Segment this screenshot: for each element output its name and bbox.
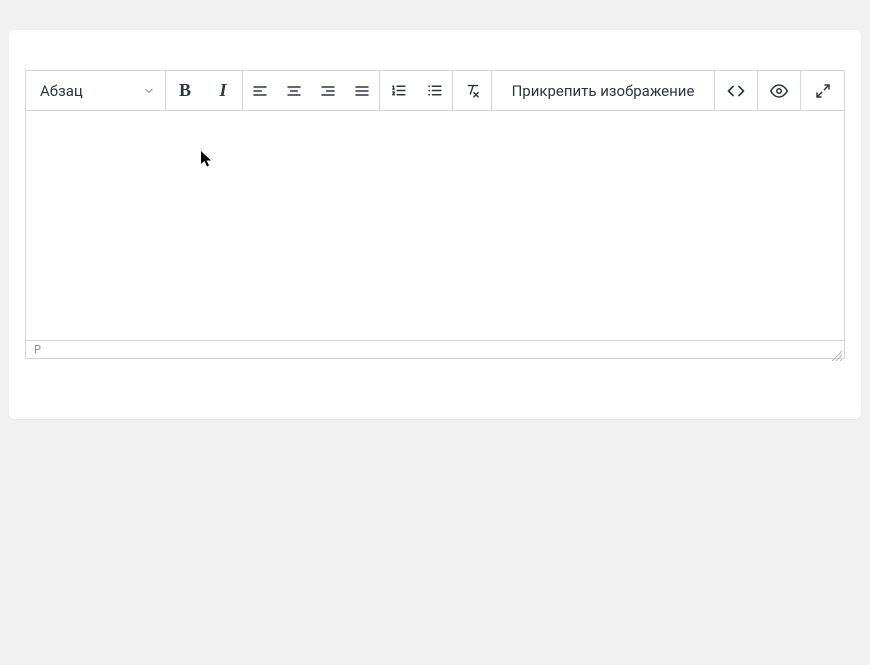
italic-icon: I	[219, 80, 226, 101]
editor-toolbar: Абзац B I	[26, 71, 844, 111]
text-style-group: B I	[166, 71, 243, 110]
editor-content[interactable]	[26, 111, 844, 340]
preview-button[interactable]	[758, 71, 801, 110]
fullscreen-button[interactable]	[801, 71, 844, 110]
element-path: P	[34, 343, 41, 356]
attach-image-label: Прикрепить изображение	[512, 82, 695, 100]
align-left-button[interactable]	[243, 71, 277, 110]
editor-statusbar: P	[26, 340, 844, 358]
resize-handle[interactable]	[826, 345, 836, 355]
align-justify-button[interactable]	[345, 71, 379, 110]
align-group	[243, 71, 380, 110]
chevron-down-icon	[143, 85, 155, 97]
fullscreen-icon	[815, 83, 831, 99]
editor-card: Абзац B I	[9, 30, 861, 419]
align-right-icon	[320, 83, 336, 99]
list-group	[380, 71, 453, 110]
format-clear-group	[453, 71, 492, 110]
mouse-cursor-icon	[201, 151, 213, 167]
code-view-button[interactable]	[715, 71, 758, 110]
bold-button[interactable]: B	[166, 71, 204, 110]
align-center-icon	[286, 83, 302, 99]
rich-text-editor: Абзац B I	[25, 70, 845, 359]
align-center-button[interactable]	[277, 71, 311, 110]
clear-format-button[interactable]	[453, 71, 491, 110]
format-select[interactable]: Абзац	[26, 71, 166, 110]
clear-format-icon	[464, 82, 481, 99]
italic-button[interactable]: I	[204, 71, 242, 110]
eye-icon	[770, 82, 788, 100]
attach-image-button[interactable]: Прикрепить изображение	[492, 71, 715, 110]
unordered-list-icon	[426, 82, 443, 99]
format-select-label: Абзац	[40, 82, 83, 100]
align-justify-icon	[354, 83, 370, 99]
unordered-list-button[interactable]	[416, 71, 452, 110]
align-right-button[interactable]	[311, 71, 345, 110]
ordered-list-button[interactable]	[380, 71, 416, 110]
align-left-icon	[252, 83, 268, 99]
code-icon	[727, 82, 745, 100]
ordered-list-icon	[390, 82, 407, 99]
view-group	[715, 71, 844, 110]
bold-icon: B	[179, 80, 191, 101]
